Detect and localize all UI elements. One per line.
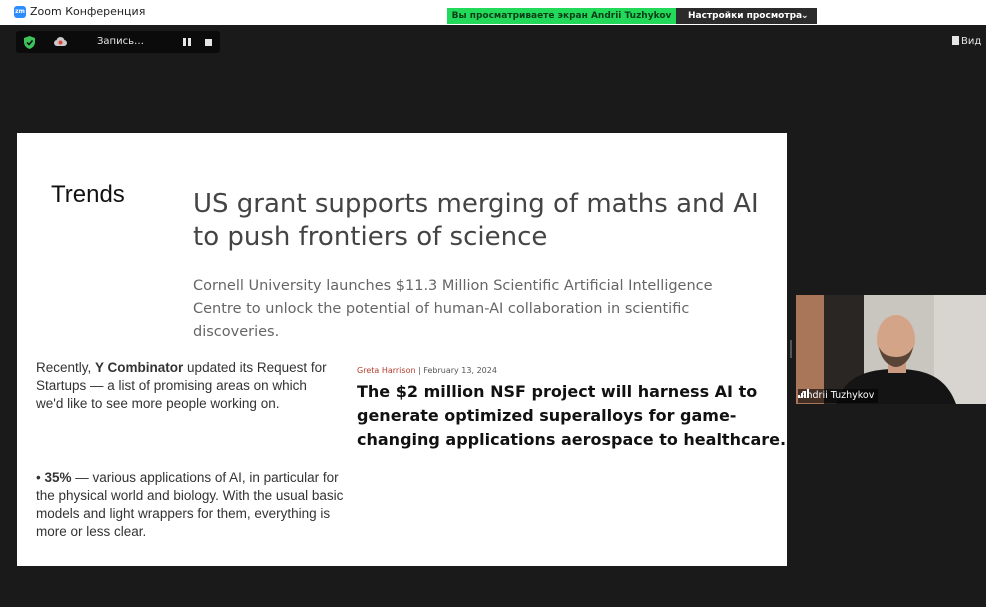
participant-name: Andrii Tuzhykov xyxy=(800,390,875,401)
participant-video-tile[interactable]: Andrii Tuzhykov xyxy=(796,295,986,404)
byline-author: Greta Harrison xyxy=(357,366,416,375)
signal-icon xyxy=(798,389,809,398)
view-options-button[interactable]: Настройки просмотра ⌄ xyxy=(676,8,817,24)
view-button[interactable]: Вид xyxy=(952,36,981,47)
title-bar: zm Zoom Конференция Вы просматриваете эк… xyxy=(0,0,986,25)
view-button-label: Вид xyxy=(961,36,982,47)
view-options-label: Настройки просмотра xyxy=(688,11,803,21)
cloud-icon[interactable] xyxy=(53,36,68,47)
byline-date: February 13, 2024 xyxy=(423,366,497,375)
bullet-text: — various applications of AI, in particu… xyxy=(36,470,344,539)
recording-panel: Запись… xyxy=(16,31,220,53)
view-icon xyxy=(952,36,959,45)
zoom-logo-icon: zm xyxy=(14,6,26,18)
recording-label: Запись… xyxy=(97,36,144,47)
screen-share-banner: Вы просматриваете экран Andrii Tuzhykov xyxy=(447,8,676,24)
article-subtitle: Cornell University launches $11.3 Millio… xyxy=(193,278,713,340)
chevron-down-icon: ⌄ xyxy=(801,11,809,21)
shield-icon[interactable] xyxy=(24,36,35,49)
participant-video-feed xyxy=(796,295,986,404)
slide-section-title: Trends xyxy=(51,181,125,208)
nsf-headline: The $2 million NSF project will harness … xyxy=(357,382,787,449)
bullet-percent: 35% xyxy=(44,470,72,485)
video-tile-resize-handle[interactable] xyxy=(790,340,792,358)
window-title: Zoom Конференция xyxy=(30,5,146,18)
bullet-paragraph: • 35% — various applications of AI, in p… xyxy=(36,469,348,541)
participant-name-tag: Andrii Tuzhykov xyxy=(798,389,879,403)
article-headline: US grant supports merging of maths and A… xyxy=(193,189,759,252)
yc-paragraph: Recently, Y Combinator updated its Reque… xyxy=(36,359,336,413)
yc-text-bold: Y Combinator xyxy=(95,360,184,375)
pause-icon[interactable] xyxy=(183,38,191,46)
article-byline: Greta Harrison | February 13, 2024 xyxy=(357,366,497,375)
shared-screen-slide: Trends US grant supports merging of math… xyxy=(17,133,787,566)
stop-icon[interactable] xyxy=(205,39,212,46)
yc-text-before: Recently, xyxy=(36,360,96,375)
